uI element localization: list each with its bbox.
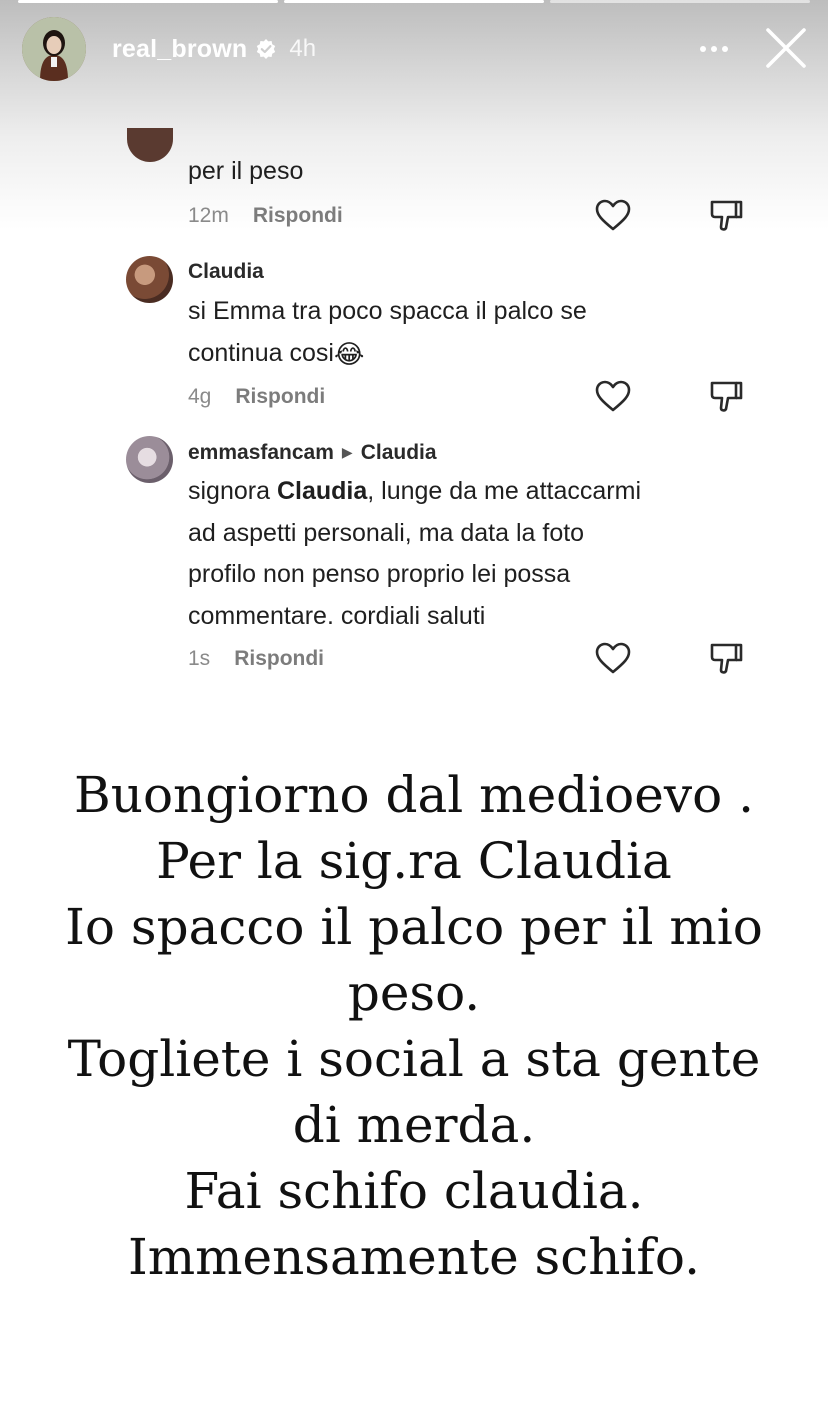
reply-link[interactable]: Rispondi: [235, 385, 325, 408]
caption-line: Per la sig.ra Claudia: [156, 832, 672, 890]
heart-icon[interactable]: [594, 198, 632, 232]
comment-text-part: signora: [188, 477, 277, 505]
story-header: real_brown 4h: [22, 16, 808, 82]
comment-username-text[interactable]: emmasfancam: [188, 441, 334, 464]
dot: [722, 46, 728, 52]
comment-time: 12m: [188, 204, 229, 227]
dislike-icon[interactable]: [708, 640, 744, 676]
reply-link[interactable]: Rispondi: [253, 204, 343, 227]
story-progress-bar: [18, 0, 810, 3]
progress-segment: [284, 0, 544, 3]
comment-text-line: profilo non penso proprio lei possa: [188, 560, 571, 588]
caption-line: Buongiorno dal medioevo .: [74, 766, 754, 824]
reply-arrow-icon: ▶: [341, 444, 353, 460]
comment-text: per il peso: [188, 157, 304, 185]
comment-text: si Emma tra poco spacca il palco se cont…: [188, 291, 587, 375]
dislike-icon[interactable]: [708, 378, 744, 414]
comment-text-line: ad aspetti personali, ma data la foto: [188, 518, 585, 547]
dot: [711, 46, 717, 52]
caption-line: di merda.: [292, 1096, 536, 1154]
dislike-icon[interactable]: [708, 197, 744, 233]
story-caption: Buongiorno dal medioevo . Per la sig.ra …: [0, 762, 828, 1290]
comment-time: 1s: [188, 647, 211, 670]
comment-text-part: , lunge da me attaccarmi: [367, 477, 641, 505]
comment-username[interactable]: Claudia: [188, 260, 264, 284]
caption-line: Immensamente schifo.: [127, 1228, 701, 1286]
commenter-avatar: [126, 436, 173, 483]
progress-segment: [550, 0, 810, 3]
comment-text-line: si Emma tra poco spacca il palco se: [188, 297, 587, 325]
comment-meta: 1s Rispondi: [188, 647, 324, 671]
profile-picture-icon: [22, 17, 86, 81]
comment-text-line: continua cosi: [188, 338, 334, 367]
heart-icon[interactable]: [594, 379, 632, 413]
comment-text: signora Claudia, lunge da me attaccarmi …: [188, 471, 641, 637]
caption-line: Togliete i social a sta gente: [67, 1030, 761, 1088]
comment-meta: 4g Rispondi: [188, 385, 325, 409]
more-options-button[interactable]: [694, 34, 734, 64]
caption-line: peso.: [347, 964, 481, 1022]
reply-link[interactable]: Rispondi: [234, 647, 324, 670]
caption-line: Fai schifo claudia.: [184, 1162, 644, 1220]
reply-target-username[interactable]: Claudia: [361, 441, 437, 464]
close-icon[interactable]: [764, 26, 808, 70]
comment-username: emmasfancam ▶ Claudia: [188, 441, 437, 465]
avatar[interactable]: [22, 17, 86, 81]
story-time: 4h: [289, 35, 317, 62]
progress-segment: [18, 0, 278, 3]
laughing-emoji: 😂: [333, 338, 365, 369]
mention-link[interactable]: Claudia: [277, 477, 367, 505]
comment-meta: 12m Rispondi: [188, 204, 343, 228]
story-username[interactable]: real_brown: [112, 35, 247, 64]
verified-badge-icon: [257, 39, 276, 59]
comment-text-line: commentare. cordiali saluti: [188, 601, 486, 630]
commenter-avatar: [126, 256, 173, 303]
dot: [700, 46, 706, 52]
caption-line: Io spacco il palco per il mio: [65, 898, 763, 956]
heart-icon[interactable]: [594, 641, 632, 675]
comment-time: 4g: [188, 385, 212, 408]
